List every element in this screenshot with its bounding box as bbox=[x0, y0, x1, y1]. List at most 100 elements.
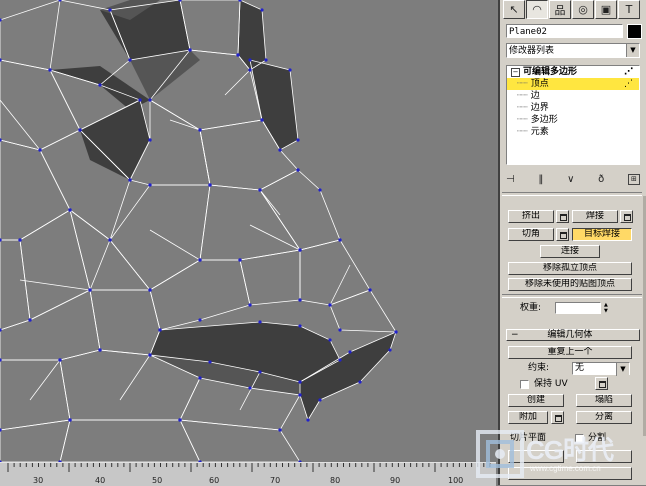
mesh-vertex bbox=[58, 0, 62, 2]
ruler-label-50: 50 bbox=[152, 476, 163, 485]
stack-item-vertex[interactable]: ┈┈ 顶点 ⋰ bbox=[507, 78, 639, 90]
mesh-vertex bbox=[138, 98, 142, 102]
remove-isolated-vertices-button[interactable]: 移除孤立顶点 bbox=[508, 262, 632, 275]
weld-settings-icon[interactable] bbox=[620, 210, 633, 223]
mesh-vertex bbox=[148, 138, 152, 142]
split-checkbox[interactable] bbox=[575, 434, 584, 443]
remove-modifier-icon[interactable]: ð bbox=[598, 174, 604, 185]
create-button[interactable]: 创建 bbox=[508, 394, 564, 407]
mesh-vertex bbox=[338, 358, 342, 362]
stack-item-edge[interactable]: ┈┈ 边 bbox=[507, 90, 639, 102]
tree-branch-icon: ┈┈ bbox=[517, 115, 528, 125]
mesh-edge bbox=[89, 239, 111, 291]
preserve-uv-settings-icon[interactable] bbox=[595, 377, 608, 390]
quickslice-button[interactable] bbox=[508, 467, 632, 480]
object-name-field[interactable]: Plane02 bbox=[506, 24, 623, 38]
perspective-viewport[interactable] bbox=[0, 0, 496, 462]
mesh-vertex bbox=[236, 53, 240, 57]
wireframe-mesh[interactable] bbox=[0, 0, 496, 462]
attach-settings-icon[interactable] bbox=[551, 411, 564, 424]
mesh-vertex bbox=[348, 350, 352, 354]
weight-spinner-field[interactable] bbox=[555, 302, 601, 314]
mesh-vertex bbox=[278, 148, 282, 152]
tree-branch-icon: ┈┈ bbox=[517, 79, 528, 89]
subobject-dots-icon: ⋰ bbox=[624, 79, 633, 89]
tree-branch-icon: ┈┈ bbox=[517, 127, 528, 137]
mesh-vertex bbox=[108, 8, 112, 12]
chevron-down-icon[interactable]: ▼ bbox=[616, 363, 629, 376]
configure-sets-icon[interactable]: ⊞ bbox=[627, 173, 640, 185]
ruler-label-80: 80 bbox=[330, 476, 341, 485]
connect-button[interactable]: 连接 bbox=[540, 245, 600, 258]
chevron-down-icon[interactable]: ▼ bbox=[626, 44, 639, 57]
hierarchy-icon[interactable]: 品 bbox=[549, 0, 571, 19]
stack-item-element[interactable]: ┈┈ 元素 bbox=[507, 126, 639, 138]
subobject-dots-icon: ⋰ bbox=[624, 67, 633, 77]
motion-icon[interactable]: ◎ bbox=[572, 0, 594, 19]
timeline-ruler[interactable]: 30 40 50 60 70 80 90 100 bbox=[0, 462, 496, 486]
pin-stack-icon[interactable]: ⊣ bbox=[506, 174, 515, 185]
mesh-vertex bbox=[394, 330, 398, 334]
chamfer-button[interactable]: 切角 bbox=[508, 228, 554, 241]
show-end-result-icon[interactable]: ‖ bbox=[538, 174, 543, 185]
collapse-button[interactable]: 塌陷 bbox=[576, 394, 632, 407]
object-color-swatch[interactable] bbox=[627, 24, 642, 39]
mesh-vertex bbox=[278, 428, 282, 432]
utilities-hammer-icon[interactable]: T bbox=[618, 0, 640, 19]
divider bbox=[502, 294, 642, 298]
modifier-stack[interactable]: − 可编辑多边形 ⋰ ┈┈ 顶点 ⋰ ┈┈ 边 ┈┈ 边界 ┈┈ 多边形 ┈┈ 元… bbox=[506, 65, 640, 165]
edit-geometry-rollout-header[interactable]: − 编辑几何体 bbox=[506, 329, 640, 341]
make-unique-icon[interactable]: ∨ bbox=[567, 174, 574, 185]
mesh-vertex bbox=[148, 353, 152, 357]
mesh-vertex bbox=[328, 303, 332, 307]
target-weld-button[interactable]: 目标焊接 bbox=[572, 228, 632, 241]
mesh-face bbox=[259, 169, 341, 251]
mesh-edge bbox=[49, 0, 61, 71]
create-arrow-icon[interactable]: ↖ bbox=[503, 0, 525, 19]
stack-item-polygon[interactable]: ┈┈ 多边形 bbox=[507, 114, 639, 126]
mesh-vertex bbox=[248, 303, 252, 307]
weld-button[interactable]: 焊接 bbox=[572, 210, 618, 223]
detach-button[interactable]: 分离 bbox=[576, 411, 632, 424]
modifier-list-dropdown[interactable]: 修改器列表 ▼ bbox=[506, 43, 640, 58]
collapse-minus-icon[interactable]: − bbox=[511, 68, 520, 77]
preserve-uv-checkbox[interactable] bbox=[520, 380, 529, 389]
slice-button[interactable] bbox=[508, 450, 564, 463]
dark-faces bbox=[50, 0, 396, 420]
mesh-vertex bbox=[248, 58, 252, 62]
split-label: 分割 bbox=[588, 433, 607, 443]
extrude-button[interactable]: 挤出 bbox=[508, 210, 554, 223]
stack-item-label: 边界 bbox=[530, 103, 549, 113]
mesh-vertex bbox=[108, 238, 112, 242]
mesh-face bbox=[179, 0, 241, 56]
stack-item-border[interactable]: ┈┈ 边界 bbox=[507, 102, 639, 114]
stack-item-label: 多边形 bbox=[530, 115, 558, 125]
stack-item-label: 顶点 bbox=[530, 79, 549, 89]
stack-root-item[interactable]: − 可编辑多边形 ⋰ bbox=[507, 66, 639, 78]
mesh-vertex bbox=[258, 370, 262, 374]
display-monitor-icon[interactable]: ▣ bbox=[595, 0, 617, 19]
mesh-vertex bbox=[328, 338, 332, 342]
command-panel: ↖ ◠ 品 ◎ ▣ T Plane02 修改器列表 ▼ − 可编辑多边形 ⋰ ┈┈… bbox=[498, 0, 646, 485]
mesh-vertex bbox=[0, 428, 2, 432]
constraint-dropdown[interactable]: 无 ▼ bbox=[572, 362, 630, 376]
attach-button[interactable]: 附加 bbox=[508, 411, 548, 424]
remove-unused-map-vertices-button[interactable]: 移除未使用的贴图顶点 bbox=[508, 278, 632, 291]
chamfer-settings-icon[interactable] bbox=[556, 228, 569, 241]
mesh-vertex bbox=[208, 360, 212, 364]
mesh-vertex bbox=[388, 348, 392, 352]
mesh-edge bbox=[149, 229, 201, 261]
extrude-settings-icon[interactable] bbox=[556, 210, 569, 223]
slice-plane-label[interactable]: 切片平面 bbox=[510, 432, 546, 444]
mesh-vertex bbox=[148, 183, 152, 187]
mesh-vertex bbox=[208, 183, 212, 187]
repeat-last-button[interactable]: 重复上一个 bbox=[508, 346, 632, 359]
cut-button[interactable] bbox=[576, 450, 632, 463]
modify-bend-icon[interactable]: ◠ bbox=[526, 0, 548, 19]
mesh-face bbox=[89, 289, 161, 356]
mesh-vertex bbox=[48, 68, 52, 72]
mesh-vertex bbox=[260, 118, 264, 122]
ruler-label-70: 70 bbox=[270, 476, 281, 485]
mesh-vertex bbox=[38, 148, 42, 152]
spinner-arrows-icon[interactable]: ▲ ▼ bbox=[604, 302, 612, 314]
